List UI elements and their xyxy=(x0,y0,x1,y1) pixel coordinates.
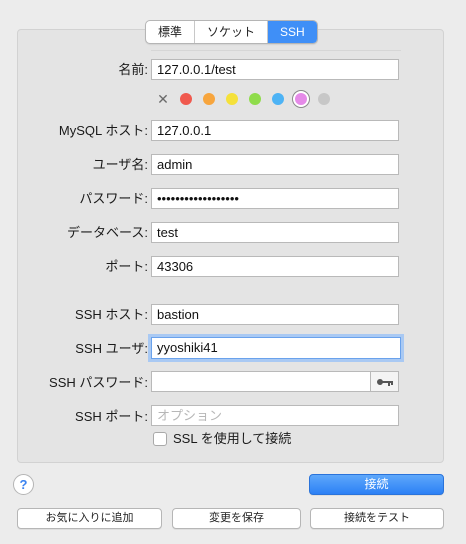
test-connection-button[interactable]: 接続をテスト xyxy=(310,508,444,529)
name-label: 名前: xyxy=(118,62,148,77)
password-field[interactable]: •••••••••••••••••• xyxy=(151,188,399,209)
tab-socket[interactable]: ソケット xyxy=(195,21,269,43)
ssh-password-field[interactable] xyxy=(151,371,371,392)
divider xyxy=(151,50,401,51)
ssh-port-field[interactable]: オプション xyxy=(151,405,399,426)
ssh-key-button[interactable] xyxy=(370,371,399,392)
ssh-user-field[interactable]: yyoshiki41 xyxy=(151,337,401,359)
color-swatch-gray[interactable] xyxy=(318,93,330,105)
mysql-host-label: MySQL ホスト: xyxy=(58,123,148,138)
port-label: ポート: xyxy=(105,259,148,274)
color-swatch-green[interactable] xyxy=(249,93,261,105)
ssh-host-field[interactable]: bastion xyxy=(151,304,399,325)
username-label: ユーザ名: xyxy=(92,157,148,172)
color-picker: ✕ xyxy=(156,90,341,108)
connection-type-tabs: 標準 ソケット SSH xyxy=(145,20,318,44)
ssl-checkbox-label[interactable]: SSL を使用して接続 xyxy=(173,429,291,449)
mysql-host-field[interactable]: 127.0.0.1 xyxy=(151,120,399,141)
ssh-user-label: SSH ユーザ: xyxy=(75,341,148,356)
color-swatch-yellow[interactable] xyxy=(226,93,238,105)
database-field[interactable]: test xyxy=(151,222,399,243)
ssh-password-label: SSH パスワード: xyxy=(49,375,148,390)
ssl-checkbox[interactable] xyxy=(153,432,167,446)
tab-standard[interactable]: 標準 xyxy=(146,21,196,43)
add-favorite-button[interactable]: お気に入りに追加 xyxy=(17,508,162,529)
tab-ssh[interactable]: SSH xyxy=(268,21,317,43)
color-swatch-blue[interactable] xyxy=(272,93,284,105)
color-swatch-purple[interactable] xyxy=(295,93,307,105)
database-label: データベース: xyxy=(67,225,148,240)
key-icon xyxy=(376,378,393,386)
ssh-port-label: SSH ポート: xyxy=(75,409,148,424)
color-swatch-orange[interactable] xyxy=(203,93,215,105)
username-field[interactable]: admin xyxy=(151,154,399,175)
password-label: パスワード: xyxy=(79,191,148,206)
help-button[interactable]: ? xyxy=(13,474,34,495)
clear-color-icon[interactable]: ✕ xyxy=(156,91,170,108)
save-changes-button[interactable]: 変更を保存 xyxy=(172,508,301,529)
name-field[interactable]: 127.0.0.1/test xyxy=(151,59,399,80)
color-swatch-red[interactable] xyxy=(180,93,192,105)
port-field[interactable]: 43306 xyxy=(151,256,399,277)
connect-button[interactable]: 接続 xyxy=(309,474,444,495)
ssh-host-label: SSH ホスト: xyxy=(75,307,148,322)
